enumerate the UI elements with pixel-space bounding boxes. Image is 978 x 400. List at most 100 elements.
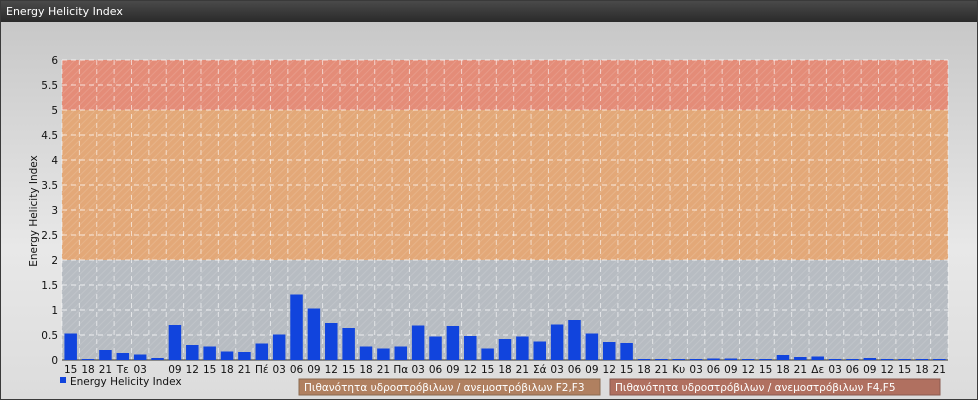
bar-29	[568, 320, 581, 360]
x-tick-label-7: 12	[186, 364, 199, 376]
x-tick-label-22: 09	[446, 364, 459, 376]
bar-14	[307, 308, 321, 360]
bar-31	[602, 342, 616, 360]
y-tick-label-3: 1.5	[41, 280, 58, 292]
bar-37	[707, 358, 720, 360]
y-tick-label-5: 2.5	[41, 230, 58, 242]
x-tick-label-45: 06	[846, 364, 860, 376]
x-tick-label-14: 09	[307, 364, 320, 376]
x-tick-label-42: 21	[794, 364, 807, 376]
bar-23	[464, 336, 477, 360]
x-tick-label-25: 18	[498, 364, 511, 376]
x-tick-label-8: 15	[203, 364, 216, 376]
x-tick-label-11: Πέ	[255, 364, 269, 376]
bar-19	[394, 346, 408, 360]
x-tick-label-35: Κυ	[672, 364, 685, 376]
x-tick-label-21: 06	[429, 364, 443, 376]
x-tick-label-30: 09	[585, 364, 598, 376]
bar-33	[637, 359, 651, 360]
x-tick-label-27: Σά	[533, 364, 547, 376]
x-tick-label-50: 21	[933, 364, 946, 376]
y-tick-label-0: 0	[51, 355, 58, 367]
bar-11	[255, 343, 269, 360]
x-tick-label-16: 15	[342, 364, 355, 376]
bar-18	[377, 348, 390, 360]
y-tick-label-7: 3.5	[41, 180, 58, 192]
x-tick-label-28: 03	[550, 364, 563, 376]
x-tick-label-10: 21	[238, 364, 251, 376]
x-tick-label-44: 03	[828, 364, 841, 376]
x-tick-label-49: 18	[915, 364, 928, 376]
y-tick-label-4: 2	[51, 255, 58, 267]
bar-1	[81, 359, 95, 360]
bar-42	[794, 357, 807, 360]
y-tick-label-2: 1	[51, 305, 58, 317]
x-tick-label-20: 03	[411, 364, 424, 376]
y-tick-label-11: 5.5	[41, 80, 58, 92]
bar-34	[655, 359, 668, 360]
bar-40	[759, 359, 772, 360]
x-tick-label-9: 18	[220, 364, 233, 376]
x-tick-label-46: 09	[863, 364, 876, 376]
bar-47	[880, 359, 894, 360]
x-tick-label-6: 09	[168, 364, 181, 376]
bar-6	[168, 325, 182, 360]
bar-16	[342, 328, 355, 360]
x-tick-label-48: 15	[898, 364, 911, 376]
x-tick-label-3: Τε	[116, 364, 129, 376]
bar-36	[689, 359, 703, 360]
bar-4	[133, 354, 147, 360]
bar-10	[238, 352, 251, 360]
bar-13	[290, 294, 303, 360]
legend-label: Energy Helicity Index	[70, 376, 182, 388]
x-tick-label-47: 12	[881, 364, 894, 376]
y-tick-label-9: 4.5	[41, 130, 58, 142]
x-tick-label-17: 18	[359, 364, 372, 376]
y-tick-label-1: 0.5	[41, 330, 58, 342]
x-tick-label-38: 09	[724, 364, 737, 376]
bar-20	[411, 325, 425, 360]
x-tick-label-29: 06	[568, 364, 582, 376]
bar-39	[741, 359, 755, 360]
x-tick-label-40: 15	[759, 364, 772, 376]
bar-17	[359, 346, 373, 360]
zone-label-1: Πιθανότητα υδροστρόβιλων / ανεμοστρόβιλω…	[298, 378, 601, 396]
x-tick-label-1: 18	[81, 364, 94, 376]
x-tick-label-19: Πα	[393, 364, 408, 376]
bar-3	[116, 353, 130, 360]
y-axis-label: Energy Helicity Index	[28, 155, 40, 267]
legend-swatch	[60, 377, 66, 383]
bar-43	[811, 356, 824, 360]
zone-label-2-text: Πιθανότητα υδροστρόβιλων / ανεμοστρόβιλω…	[615, 382, 896, 394]
bar-2	[99, 350, 112, 360]
x-tick-label-15: 12	[325, 364, 338, 376]
bar-48	[898, 359, 911, 360]
legend: Energy Helicity Index	[60, 376, 182, 388]
bar-32	[620, 343, 633, 360]
bar-8	[203, 346, 216, 360]
zone-label-1-text: Πιθανότητα υδροστρόβιλων / ανεμοστρόβιλω…	[304, 382, 585, 394]
bar-26	[516, 336, 529, 360]
bar-30	[585, 333, 599, 360]
bar-15	[325, 323, 338, 360]
x-axis-ticks: 15 18 21 Τε 03 09 12 15 18 21 Πέ 03 06 09 12 15 18 21 Πα 03…	[64, 364, 946, 376]
x-tick-label-23: 12	[464, 364, 477, 376]
x-tick-label-36: 03	[689, 364, 702, 376]
x-tick-label-41: 18	[776, 364, 789, 376]
bar-49	[915, 359, 929, 360]
x-tick-label-33: 18	[637, 364, 650, 376]
bar-35	[672, 359, 685, 360]
x-tick-label-31: 12	[603, 364, 616, 376]
x-tick-label-13: 06	[290, 364, 304, 376]
y-tick-label-10: 5	[51, 105, 58, 117]
bar-0	[64, 333, 77, 360]
x-tick-label-43: Δε	[811, 364, 824, 376]
x-tick-label-34: 21	[655, 364, 668, 376]
bar-28	[550, 324, 564, 360]
x-tick-label-39: 12	[742, 364, 755, 376]
x-tick-label-24: 15	[481, 364, 494, 376]
y-tick-label-6: 3	[51, 205, 58, 217]
bar-38	[724, 358, 738, 360]
bar-50	[933, 359, 946, 360]
energy-helicity-chart: 0 0.5 1 1.5 2 2.5 3 3.5 4 4.5 5 5.5 6 15 18 21 Τε 03 09 12…	[28, 55, 949, 396]
